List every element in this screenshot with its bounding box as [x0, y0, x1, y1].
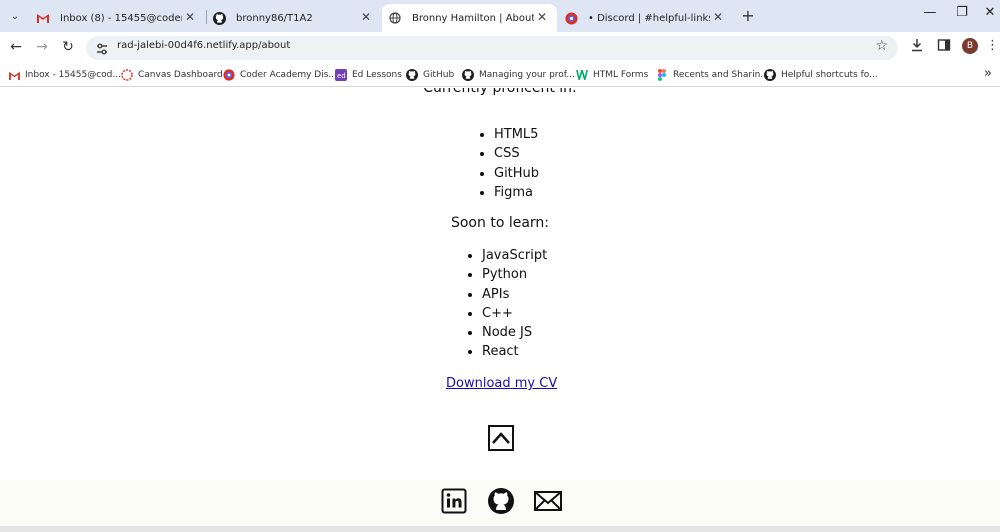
- close-icon[interactable]: ✕: [711, 10, 725, 24]
- horizontal-scrollbar[interactable]: [0, 526, 1000, 532]
- bookmark-item[interactable]: GitHub: [406, 68, 454, 82]
- tab-strip: ⌄ Inbox (8) - 15455@coderacader ✕ bronny…: [0, 0, 1000, 32]
- bookmark-item[interactable]: Managing your prof...: [462, 68, 575, 82]
- bookmark-label: Inbox - 15455@cod...: [25, 70, 121, 80]
- tab-title: Inbox (8) - 15455@coderacader: [60, 12, 182, 24]
- bookmark-item[interactable]: Helpful shortcuts fo...: [764, 68, 878, 82]
- close-icon[interactable]: ✕: [535, 10, 549, 24]
- gmail-icon: [8, 69, 20, 81]
- bookmark-label: Helpful shortcuts fo...: [781, 70, 878, 80]
- bookmark-label: Recents and Sharin...: [673, 70, 769, 80]
- github-icon: [462, 69, 474, 81]
- tab-title: • Discord | #helpful-links | Code: [588, 12, 710, 24]
- restore-icon[interactable]: ❐: [950, 5, 974, 20]
- browser-toolbar: ← → ↻ rad-jalebi-00d4f6.netlify.app/abou…: [0, 32, 1000, 62]
- github-icon: [764, 69, 776, 81]
- list-item: HTML5: [494, 125, 539, 144]
- bookmark-item[interactable]: Recents and Sharin...: [656, 68, 769, 82]
- bookmark-label: Ed Lessons: [352, 70, 402, 80]
- chevron-right-icon[interactable]: »: [984, 66, 992, 81]
- forward-arrow-icon[interactable]: →: [32, 37, 52, 57]
- profile-avatar[interactable]: B: [962, 38, 978, 54]
- bookmark-label: HTML Forms: [593, 70, 649, 80]
- svg-text:ed: ed: [337, 72, 346, 80]
- tab-github[interactable]: bronny86/T1A2 ✕: [206, 4, 381, 32]
- list-item: CSS: [494, 144, 539, 163]
- new-tab-button[interactable]: +: [738, 6, 758, 25]
- download-cv-link[interactable]: Download my CV: [446, 376, 557, 391]
- bookmark-star-icon[interactable]: ☆: [875, 38, 888, 54]
- discord-icon: [223, 69, 235, 81]
- soon-heading: Soon to learn:: [450, 215, 550, 231]
- page-content: Currently proficent in: HTML5 CSS GitHub…: [0, 88, 1000, 532]
- proficient-heading: Currently proficent in:: [423, 88, 577, 96]
- list-item: C++: [482, 304, 547, 323]
- github-icon: [406, 69, 418, 81]
- download-icon[interactable]: [908, 38, 926, 56]
- back-to-top-button[interactable]: [488, 425, 514, 451]
- reload-icon[interactable]: ↻: [58, 37, 78, 57]
- w3schools-icon: [576, 69, 588, 81]
- globe-icon: [388, 11, 402, 25]
- bookmark-item[interactable]: ed Ed Lessons: [335, 68, 402, 82]
- bookmark-item[interactable]: Inbox - 15455@cod...: [8, 68, 121, 82]
- side-panel-icon[interactable]: [935, 38, 953, 56]
- close-icon[interactable]: ✕: [183, 10, 197, 24]
- tab-about-me[interactable]: Bronny Hamilton | About Me ✕: [382, 4, 557, 32]
- list-item: React: [482, 342, 547, 361]
- more-menu-icon[interactable]: ⋮: [986, 38, 999, 56]
- discord-icon: [564, 11, 578, 25]
- close-window-icon[interactable]: ✕: [978, 5, 1000, 20]
- ed-icon: ed: [335, 69, 347, 81]
- github-icon[interactable]: [488, 488, 514, 514]
- bookmark-label: GitHub: [423, 70, 455, 80]
- gmail-icon: [36, 11, 50, 25]
- list-item: Node JS: [482, 323, 547, 342]
- tab-discord[interactable]: • Discord | #helpful-links | Code ✕: [558, 4, 733, 32]
- bookmark-label: Canvas Dashboard: [138, 70, 223, 80]
- minimize-icon[interactable]: —: [918, 5, 942, 20]
- chevron-up-icon: [492, 432, 510, 444]
- list-item: APIs: [482, 285, 547, 304]
- site-settings-icon[interactable]: [95, 41, 109, 55]
- list-item: GitHub: [494, 164, 539, 183]
- canvas-icon: [121, 69, 133, 81]
- tab-gmail[interactable]: Inbox (8) - 15455@coderacader ✕: [30, 4, 205, 32]
- soon-list: JavaScript Python APIs C++ Node JS React: [482, 246, 547, 362]
- bookmark-item[interactable]: Canvas Dashboard: [121, 68, 223, 82]
- linkedin-icon[interactable]: [441, 488, 467, 514]
- bookmark-item[interactable]: HTML Forms: [576, 68, 648, 82]
- bookmarks-bar: Inbox - 15455@cod... Canvas Dashboard Co…: [0, 62, 1000, 87]
- list-item: JavaScript: [482, 246, 547, 265]
- email-icon[interactable]: [533, 488, 563, 514]
- back-arrow-icon[interactable]: ←: [6, 37, 26, 57]
- list-item: Python: [482, 265, 547, 284]
- close-icon[interactable]: ✕: [359, 10, 373, 24]
- tab-search-button[interactable]: ⌄: [6, 7, 24, 25]
- tab-title: Bronny Hamilton | About Me: [412, 12, 534, 24]
- bookmark-label: Managing your prof...: [479, 70, 575, 80]
- url-text[interactable]: rad-jalebi-00d4f6.netlify.app/about: [117, 40, 290, 51]
- proficient-list: HTML5 CSS GitHub Figma: [494, 125, 539, 202]
- figma-icon: [656, 69, 668, 81]
- address-bar[interactable]: rad-jalebi-00d4f6.netlify.app/about ☆: [86, 36, 898, 60]
- list-item: Figma: [494, 183, 539, 202]
- bookmark-label: Coder Academy Dis...: [240, 70, 337, 80]
- github-icon: [212, 11, 226, 25]
- footer: [0, 480, 1000, 532]
- tab-title: bronny86/T1A2: [236, 12, 313, 24]
- bookmark-item[interactable]: Coder Academy Dis...: [223, 68, 337, 82]
